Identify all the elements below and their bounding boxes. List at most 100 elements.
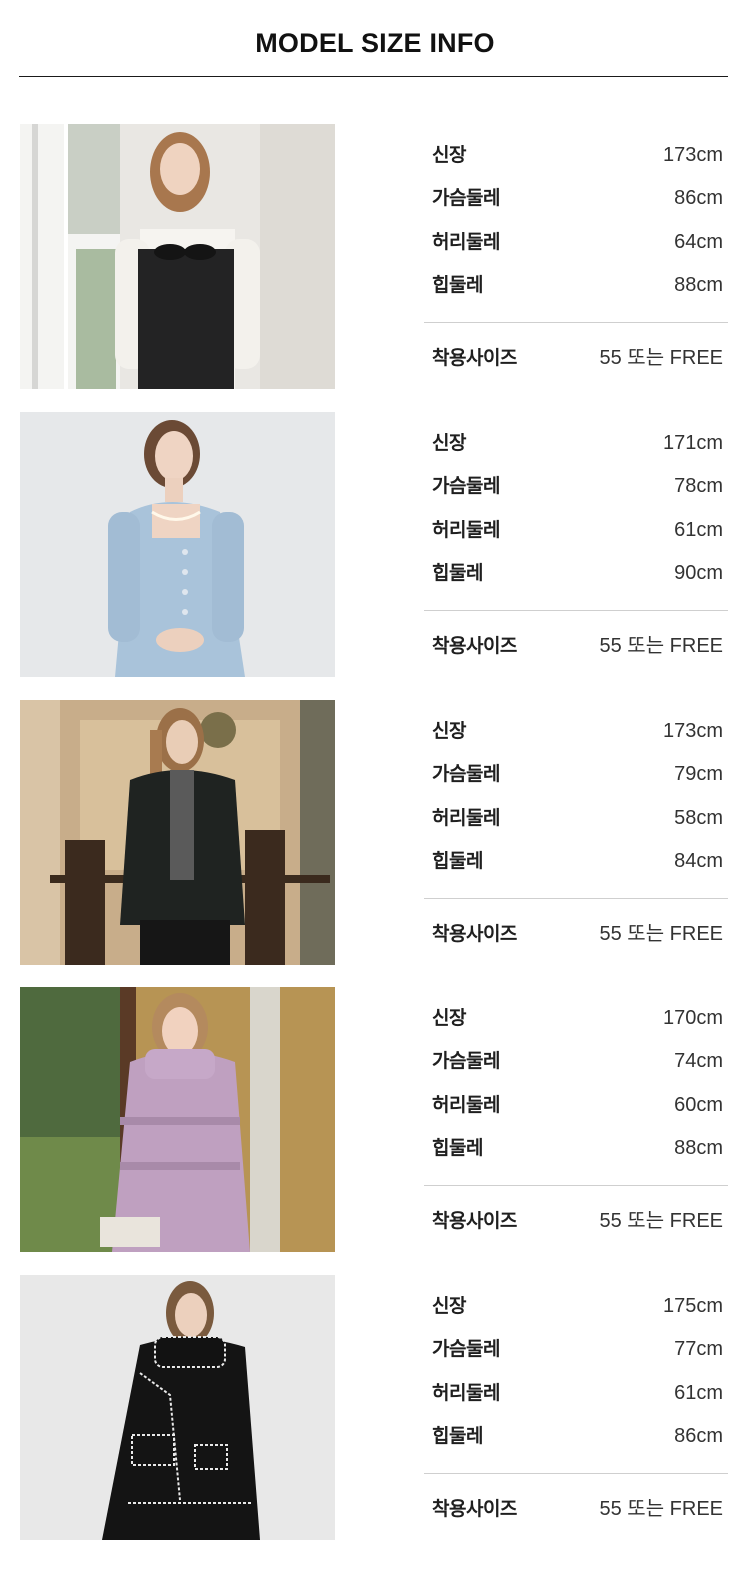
model-photo — [20, 700, 335, 965]
model-photo-image — [20, 124, 335, 389]
spec-bust: 가슴둘레 86cm — [432, 183, 723, 213]
spec-fit-size: 착용사이즈 55 또는 FREE — [432, 343, 723, 373]
hip-label: 힙둘레 — [432, 1425, 483, 1447]
spec-hip: 힙둘레 90cm — [432, 558, 723, 588]
spec-height: 신장 173cm — [432, 140, 723, 170]
height-label: 신장 — [432, 1007, 466, 1029]
spec-divider — [424, 610, 728, 611]
size-specs: 신장 170cm 가슴둘레 74cm 허리둘레 60cm 힙둘레 88cm 착용사이즈 5… — [424, 987, 728, 1253]
hip-value: 88cm — [674, 1137, 723, 1159]
model-photo — [20, 124, 335, 389]
spec-height: 신장 173cm — [432, 716, 723, 746]
height-value: 173cm — [662, 144, 723, 166]
size-specs: 신장 173cm 가슴둘레 79cm 허리둘레 58cm 힙둘레 84cm 착용사이즈 5… — [424, 700, 728, 966]
fit-size-value: 55 또는 FREE — [599, 1210, 724, 1232]
waist-label: 허리둘레 — [432, 1094, 500, 1116]
model-size-info-page: MODEL SIZE INFO 신장 173cm 가슴둘레 86cm 허리둘레 … — [0, 0, 750, 1570]
bust-value: 86cm — [674, 187, 723, 209]
bust-value: 74cm — [674, 1050, 723, 1072]
fit-size-label: 착용사이즈 — [432, 635, 517, 657]
bust-label: 가슴둘레 — [432, 1050, 500, 1072]
spec-fit-size: 착용사이즈 55 또는 FREE — [432, 1494, 723, 1524]
spec-height: 신장 175cm — [432, 1291, 723, 1321]
model-photo-image — [20, 412, 335, 677]
hip-label: 힙둘레 — [432, 1137, 483, 1159]
spec-bust: 가슴둘레 79cm — [432, 759, 723, 789]
height-value: 170cm — [662, 1007, 723, 1029]
spec-hip: 힙둘레 88cm — [432, 1133, 723, 1163]
bust-label: 가슴둘레 — [432, 187, 500, 209]
page-title: MODEL SIZE INFO — [255, 28, 495, 58]
fit-size-label: 착용사이즈 — [432, 347, 517, 369]
spec-hip: 힙둘레 88cm — [432, 270, 723, 300]
model-photo-image — [20, 987, 335, 1252]
height-label: 신장 — [432, 432, 466, 454]
spec-waist: 허리둘레 61cm — [432, 515, 723, 545]
model-photo-image — [20, 700, 335, 965]
model-card: 신장 171cm 가슴둘레 78cm 허리둘레 61cm 힙둘레 90cm 착용사이즈 5… — [0, 412, 750, 678]
height-label: 신장 — [432, 720, 466, 742]
spec-bust: 가슴둘레 78cm — [432, 471, 723, 501]
title-divider — [19, 76, 728, 77]
waist-label: 허리둘레 — [432, 231, 500, 253]
model-photo-image — [20, 1275, 335, 1540]
spec-waist: 허리둘레 61cm — [432, 1378, 723, 1408]
height-label: 신장 — [432, 144, 466, 166]
height-label: 신장 — [432, 1295, 466, 1317]
hip-label: 힙둘레 — [432, 562, 483, 584]
model-photo — [20, 987, 335, 1252]
spec-divider — [424, 1185, 728, 1186]
spec-fit-size: 착용사이즈 55 또는 FREE — [432, 631, 723, 661]
hip-label: 힙둘레 — [432, 850, 483, 872]
bust-label: 가슴둘레 — [432, 763, 500, 785]
spec-bust: 가슴둘레 74cm — [432, 1046, 723, 1076]
size-specs: 신장 175cm 가슴둘레 77cm 허리둘레 61cm 힙둘레 86cm 착용사이즈 5… — [424, 1275, 728, 1541]
hip-value: 88cm — [674, 274, 723, 296]
waist-value: 60cm — [674, 1094, 723, 1116]
height-value: 171cm — [662, 432, 723, 454]
waist-value: 61cm — [674, 519, 723, 541]
spec-waist: 허리둘레 58cm — [432, 803, 723, 833]
spec-bust: 가슴둘레 77cm — [432, 1334, 723, 1364]
spec-hip: 힙둘레 86cm — [432, 1421, 723, 1451]
bust-label: 가슴둘레 — [432, 1338, 500, 1360]
waist-label: 허리둘레 — [432, 807, 500, 829]
fit-size-label: 착용사이즈 — [432, 1210, 517, 1232]
bust-label: 가슴둘레 — [432, 475, 500, 497]
hip-value: 86cm — [674, 1425, 723, 1447]
fit-size-label: 착용사이즈 — [432, 1498, 517, 1520]
fit-size-value: 55 또는 FREE — [599, 1498, 724, 1520]
hip-value: 84cm — [674, 850, 723, 872]
spec-divider — [424, 1473, 728, 1474]
model-card: 신장 173cm 가슴둘레 86cm 허리둘레 64cm 힙둘레 88cm 착용사이즈 5… — [0, 124, 750, 390]
spec-height: 신장 170cm — [432, 1003, 723, 1033]
spec-divider — [424, 898, 728, 899]
bust-value: 78cm — [674, 475, 723, 497]
spec-fit-size: 착용사이즈 55 또는 FREE — [432, 919, 723, 949]
waist-value: 61cm — [674, 1382, 723, 1404]
hip-value: 90cm — [674, 562, 723, 584]
bust-value: 77cm — [674, 1338, 723, 1360]
waist-label: 허리둘레 — [432, 519, 500, 541]
fit-size-value: 55 또는 FREE — [599, 923, 724, 945]
size-specs: 신장 173cm 가슴둘레 86cm 허리둘레 64cm 힙둘레 88cm 착용사이즈 5… — [424, 124, 728, 390]
fit-size-value: 55 또는 FREE — [599, 347, 724, 369]
spec-height: 신장 171cm — [432, 428, 723, 458]
spec-hip: 힙둘레 84cm — [432, 846, 723, 876]
model-card: 신장 175cm 가슴둘레 77cm 허리둘레 61cm 힙둘레 86cm 착용사이즈 5… — [0, 1275, 750, 1541]
height-value: 175cm — [662, 1295, 723, 1317]
spec-waist: 허리둘레 64cm — [432, 227, 723, 257]
size-specs: 신장 171cm 가슴둘레 78cm 허리둘레 61cm 힙둘레 90cm 착용사이즈 5… — [424, 412, 728, 678]
fit-size-value: 55 또는 FREE — [599, 635, 724, 657]
model-card: 신장 170cm 가슴둘레 74cm 허리둘레 60cm 힙둘레 88cm 착용사이즈 5… — [0, 987, 750, 1253]
fit-size-label: 착용사이즈 — [432, 923, 517, 945]
model-photo — [20, 1275, 335, 1540]
bust-value: 79cm — [674, 763, 723, 785]
hip-label: 힙둘레 — [432, 274, 483, 296]
spec-divider — [424, 322, 728, 323]
model-photo — [20, 412, 335, 677]
waist-label: 허리둘레 — [432, 1382, 500, 1404]
spec-waist: 허리둘레 60cm — [432, 1090, 723, 1120]
spec-fit-size: 착용사이즈 55 또는 FREE — [432, 1206, 723, 1236]
waist-value: 64cm — [674, 231, 723, 253]
